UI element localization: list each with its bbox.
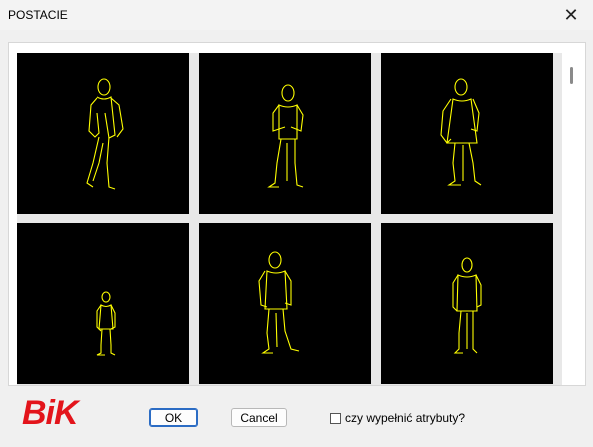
figure-tile-3[interactable] xyxy=(381,53,553,214)
vertical-scrollbar[interactable] xyxy=(567,53,577,383)
figure-5-drawing xyxy=(258,251,300,354)
fill-attributes-label: czy wypełnić atrybuty? xyxy=(345,411,466,425)
window-title: POSTACIE xyxy=(8,8,68,22)
title-bar: POSTACIE ✕ xyxy=(0,0,593,30)
figure-tile-1[interactable] xyxy=(17,53,189,214)
figure-tile-2[interactable] xyxy=(199,53,371,214)
fill-attributes-checkbox[interactable] xyxy=(330,413,341,424)
close-icon[interactable]: ✕ xyxy=(549,0,593,30)
figure-4-drawing xyxy=(96,291,116,356)
figure-gallery xyxy=(8,42,586,386)
figure-3-drawing xyxy=(440,78,482,186)
scroll-thumb[interactable] xyxy=(570,67,573,84)
figure-2-drawing xyxy=(267,84,304,188)
figure-1-drawing xyxy=(86,78,124,190)
bik-logo: BiK xyxy=(22,394,79,432)
figure-tile-5[interactable] xyxy=(199,223,371,384)
figure-tile-4[interactable] xyxy=(17,223,189,384)
ok-button[interactable]: OK xyxy=(149,408,198,427)
figure-grid xyxy=(17,53,562,385)
figure-tile-6[interactable] xyxy=(381,223,553,384)
figure-6-drawing xyxy=(452,257,482,354)
cancel-button[interactable]: Cancel xyxy=(231,408,287,427)
